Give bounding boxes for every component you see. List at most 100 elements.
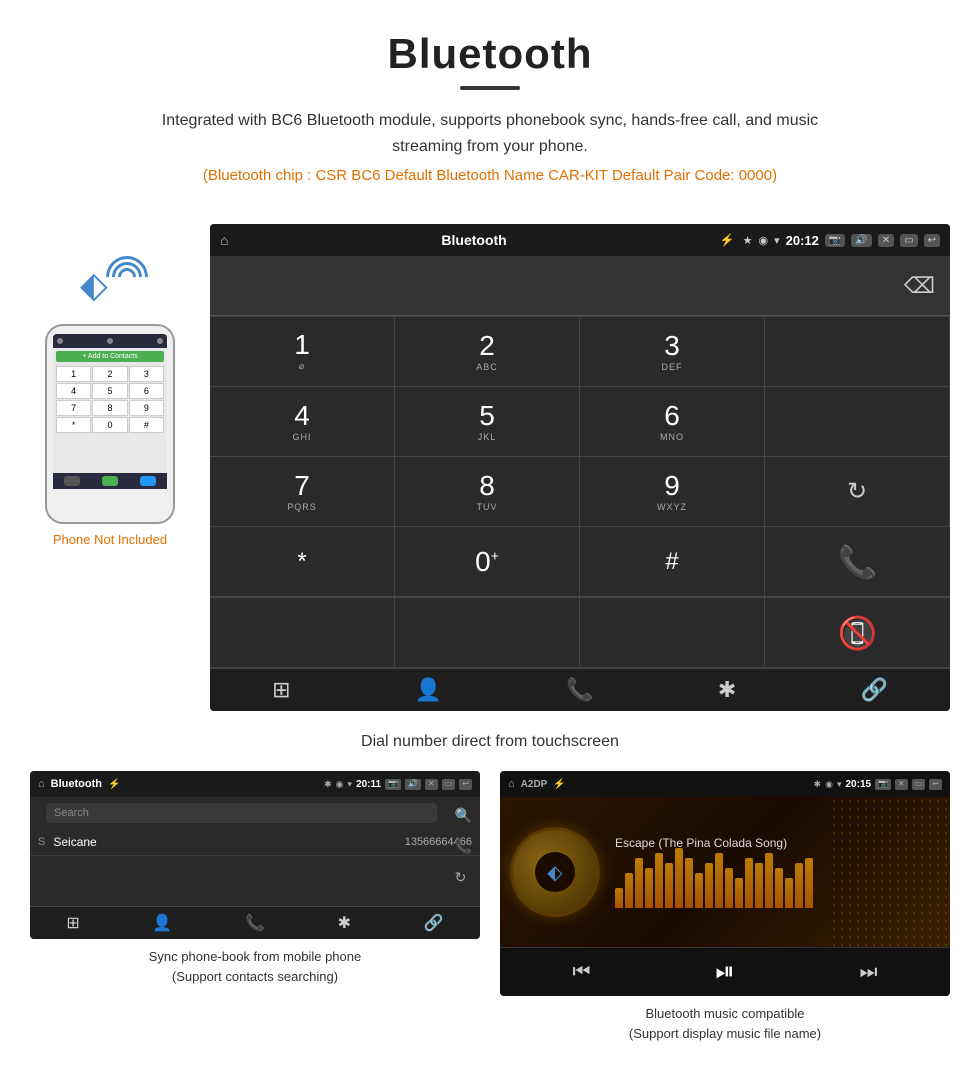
call-icon[interactable]: 📞: [455, 838, 472, 855]
key-6[interactable]: 6 MNO: [580, 387, 765, 457]
pb-contact-letter: S: [38, 836, 45, 848]
gps-icon: ◉: [758, 234, 768, 247]
eq-bar: [655, 853, 663, 908]
phone-key-4: 4: [56, 383, 91, 399]
pb-vol-box: 🔊: [405, 779, 421, 790]
pb-spacer: [30, 856, 480, 906]
music-usb-icon: ⚡: [553, 779, 565, 790]
key-2[interactable]: 2 ABC: [395, 317, 580, 387]
music-screen-title: A2DP: [521, 779, 548, 790]
eq-bar: [695, 873, 703, 908]
pb-nav-user[interactable]: 👤: [152, 913, 172, 933]
page-title: Bluetooth: [20, 30, 960, 78]
pb-home-icon: ⌂: [38, 778, 45, 790]
camera-icon-box: 📷: [825, 234, 845, 247]
key-7[interactable]: 7 PQRS: [210, 457, 395, 527]
pb-back-box: ↩: [459, 779, 472, 790]
phone-key-hash: #: [129, 417, 164, 433]
pb-nav-phone[interactable]: 📞: [245, 913, 265, 933]
backspace-icon[interactable]: ⌫: [904, 273, 935, 299]
phone-illustration: + Add to Contacts 1 2 3 4 5 6 7 8 9 * 0 …: [45, 324, 175, 524]
pb-contact-name: Seicane: [53, 835, 404, 849]
pb-nav-grid[interactable]: ⊞: [66, 913, 79, 933]
bluetooth-signal-illustration: ⬖: [70, 244, 150, 314]
music-bluetooth-icon: ⬖: [547, 860, 562, 885]
key-empty-1: [765, 317, 950, 387]
key-call-green[interactable]: 📞: [765, 527, 950, 597]
pb-gps-icon: ◉: [336, 779, 344, 790]
eq-bar: [685, 858, 693, 908]
bottom-panels: ⌂ Bluetooth ⚡ ✱ ◉ ▾ 20:11 📷 🔊 ✕ ▭ ↩: [0, 771, 980, 1063]
dialer-display: ⌫: [210, 256, 950, 316]
eq-bar: [665, 863, 673, 908]
key-0[interactable]: 0+: [395, 527, 580, 597]
key-empty-5c: [580, 598, 765, 668]
key-5[interactable]: 5 JKL: [395, 387, 580, 457]
phone-key-9: 9: [129, 400, 164, 416]
keypad-grid: 1 ⌀ 2 ABC 3 DEF 4 GHI 5 JKL 6: [210, 316, 950, 597]
eq-bar: [805, 858, 813, 908]
eq-bar: [795, 863, 803, 908]
prev-track-button[interactable]: ⏮: [572, 961, 590, 984]
phone-screen: + Add to Contacts 1 2 3 4 5 6 7 8 9 * 0 …: [53, 334, 167, 489]
pb-signal-icon: ▾: [348, 779, 353, 790]
music-win-box: ▭: [912, 779, 926, 790]
eq-bar: [615, 888, 623, 908]
phone-key-5: 5: [92, 383, 127, 399]
pb-search-bar[interactable]: Search: [46, 803, 437, 823]
title-underline: [460, 86, 520, 90]
pb-nav-link[interactable]: 🔗: [424, 913, 444, 933]
play-pause-button[interactable]: ⏯: [715, 958, 734, 986]
bluetooth-icon: ⬖: [80, 264, 108, 306]
key-1[interactable]: 1 ⌀: [210, 317, 395, 387]
window-icon-box: ▭: [900, 234, 917, 247]
pb-status-icons: ✱ ◉ ▾ 20:11 📷 🔊 ✕ ▭ ↩: [324, 779, 472, 790]
nav-link-icon[interactable]: 🔗: [860, 677, 887, 703]
refresh-icon[interactable]: ↻: [455, 869, 472, 886]
phonebook-caption: Sync phone-book from mobile phone(Suppor…: [149, 947, 361, 986]
key-reload[interactable]: ↻: [765, 457, 950, 527]
phone-status-bar: [53, 334, 167, 348]
music-time: 20:15: [845, 779, 871, 790]
key-4[interactable]: 4 GHI: [210, 387, 395, 457]
key-star[interactable]: *: [210, 527, 395, 597]
pb-close-box: ✕: [425, 779, 438, 790]
phone-key-1: 1: [56, 366, 91, 382]
next-track-button[interactable]: ⏭: [860, 961, 878, 984]
phone-bottom-bar: [53, 473, 167, 489]
pb-nav-bt[interactable]: ✱: [338, 913, 351, 933]
nav-grid-icon[interactable]: ⊞: [272, 677, 290, 703]
home-icon: ⌂: [220, 232, 228, 248]
dot-pattern-decoration: [830, 797, 950, 947]
back-icon-box: ↩: [924, 234, 940, 247]
phone-content: + Add to Contacts 1 2 3 4 5 6 7 8 9 * 0 …: [53, 348, 167, 473]
eq-bar: [775, 868, 783, 908]
nav-phone-icon[interactable]: 📞: [566, 677, 593, 703]
key-8[interactable]: 8 TUV: [395, 457, 580, 527]
phone-key-6: 6: [129, 383, 164, 399]
pb-right-icons: 🔍 📞 ↻: [455, 807, 472, 886]
music-panel: ⌂ A2DP ⚡ ✱ ◉ ▾ 20:15 📷 ✕ ▭ ↩: [500, 771, 950, 1043]
phone-key-2: 2: [92, 366, 127, 382]
search-icon[interactable]: 🔍: [455, 807, 472, 824]
eq-bar: [635, 858, 643, 908]
key-call-red[interactable]: 📵: [765, 598, 950, 668]
car-bottom-nav: ⊞ 👤 📞 ✱ 🔗: [210, 668, 950, 711]
key-3[interactable]: 3 DEF: [580, 317, 765, 387]
eq-bar: [675, 848, 683, 908]
phonebook-screen: ⌂ Bluetooth ⚡ ✱ ◉ ▾ 20:11 📷 🔊 ✕ ▭ ↩: [30, 771, 480, 939]
car-status-icons: ★ ◉ ▾ 20:12 📷 🔊 ✕ ▭ ↩: [743, 233, 940, 248]
key-hash[interactable]: #: [580, 527, 765, 597]
eq-bar: [755, 863, 763, 908]
nav-contacts-icon[interactable]: 👤: [415, 677, 442, 703]
key-9[interactable]: 9 WXYZ: [580, 457, 765, 527]
page-header: Bluetooth Integrated with BC6 Bluetooth …: [0, 0, 980, 214]
phone-key-7: 7: [56, 400, 91, 416]
pb-contact-row: S Seicane 13566664466: [30, 829, 480, 856]
eq-bar: [735, 878, 743, 908]
usb-icon: ⚡: [720, 233, 735, 247]
music-controls: ⏮ ⏯ ⏭: [500, 947, 950, 996]
search-container: Search: [38, 803, 445, 823]
pb-win-box: ▭: [442, 779, 456, 790]
nav-bluetooth-icon[interactable]: ✱: [718, 677, 736, 703]
